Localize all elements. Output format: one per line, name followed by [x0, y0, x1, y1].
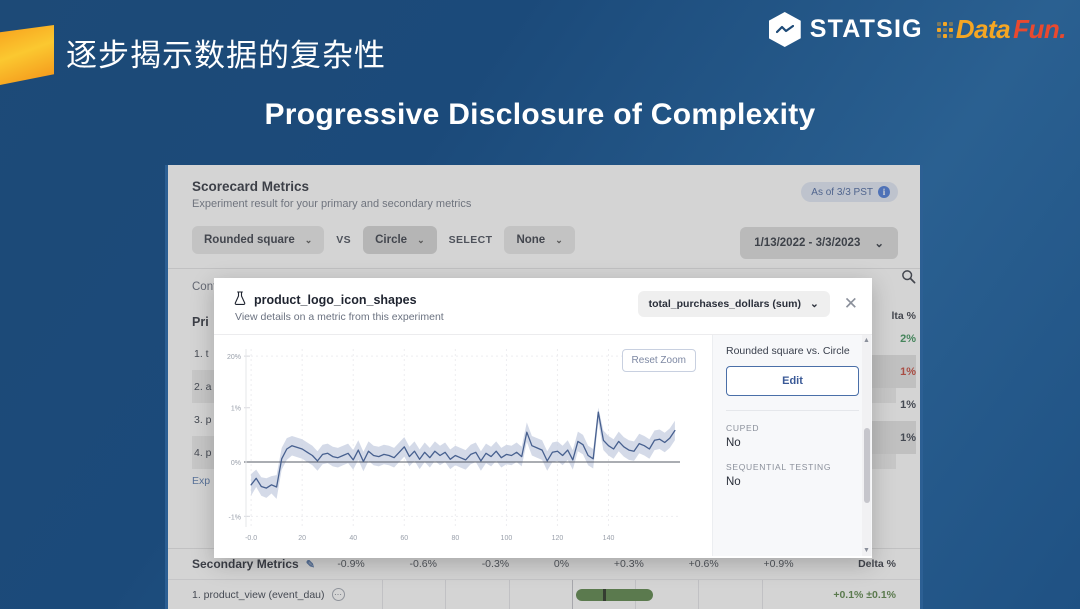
trend-line-icon — [776, 25, 794, 35]
datafun-word-a: Data — [956, 14, 1010, 45]
scorecard-title: Scorecard Metrics — [192, 179, 896, 194]
group-a-label: Rounded square — [204, 234, 295, 246]
svg-text:-0.0: -0.0 — [245, 535, 257, 542]
svg-text:100: 100 — [501, 535, 513, 542]
modal-subtitle: View details on a metric from this exper… — [235, 311, 638, 323]
metric-detail-modal: product_logo_icon_shapes View details on… — [214, 278, 872, 558]
chevron-down-icon: ⌄ — [874, 236, 884, 250]
chevron-down-icon: ⌄ — [417, 235, 425, 246]
scrollbar-thumb[interactable] — [864, 428, 870, 503]
secondary-metric-label-group: 1. product_view (event_dau) ⋯ — [192, 588, 364, 601]
as-of-badge[interactable]: As of 3/3 PST i — [801, 182, 898, 202]
scale-tick: 0% — [554, 558, 569, 570]
scroll-up-icon[interactable]: ▲ — [862, 337, 871, 344]
group-a-dropdown[interactable]: Rounded square ⌄ — [192, 226, 324, 254]
statsig-wordmark: STATSIG — [810, 15, 923, 44]
as-of-label: As of 3/3 PST — [811, 187, 873, 198]
modal-header: product_logo_icon_shapes View details on… — [214, 278, 872, 334]
scorecard-subtitle: Experiment result for your primary and s… — [192, 198, 896, 210]
chevron-down-icon: ⌄ — [555, 235, 563, 246]
secondary-delta-value: +0.1% ±0.1% — [816, 589, 896, 601]
secondary-metric-label: 1. product_view (event_dau) — [192, 589, 325, 601]
group-b-label: Circle — [375, 234, 407, 246]
metric-label: 3. p — [194, 414, 212, 426]
svg-text:60: 60 — [400, 535, 408, 542]
page-title: Progressive Disclosure of Complexity — [0, 98, 1080, 132]
svg-text:120: 120 — [552, 535, 564, 542]
scale-tick: +0.3% — [614, 558, 644, 570]
metric-time-series-chart[interactable]: Reset Zoom 20% 1% 0% -1% -0.0 20 40 60 80 100 120 1… — [214, 335, 712, 556]
none-label: None — [516, 234, 545, 246]
none-dropdown[interactable]: None ⌄ — [504, 226, 574, 254]
chevron-down-icon: ⌄ — [810, 298, 819, 310]
svg-text:1%: 1% — [231, 406, 241, 413]
slide-subtitle-chinese: 逐步揭示数据的复杂性 — [66, 30, 386, 75]
side-panel-divider — [726, 410, 859, 411]
metric-label: 4. p — [194, 447, 212, 459]
close-icon[interactable]: ✕ — [844, 294, 858, 314]
reset-zoom-button[interactable]: Reset Zoom — [622, 349, 696, 372]
secondary-metrics-title-group: Secondary Metrics ✎ — [192, 557, 315, 571]
svg-text:0%: 0% — [231, 460, 241, 467]
select-label: SELECT — [449, 234, 493, 246]
info-icon[interactable]: i — [878, 186, 890, 198]
scale-tick: +0.9% — [763, 558, 793, 570]
svg-text:140: 140 — [603, 535, 615, 542]
cuped-value: No — [726, 437, 859, 449]
metric-selector-dropdown[interactable]: total_purchases_dollars (sum) ⌄ — [638, 291, 830, 317]
svg-text:80: 80 — [451, 535, 459, 542]
svg-text:20: 20 — [298, 535, 306, 542]
date-range-dropdown[interactable]: 1/13/2022 - 3/3/2023 ⌄ — [740, 227, 898, 259]
table-row[interactable]: 1. product_view (event_dau) ⋯ +0.1% ±0.1… — [168, 579, 920, 609]
secondary-metric-track — [364, 580, 816, 609]
secondary-metrics-title: Secondary Metrics — [192, 557, 299, 571]
svg-text:-1%: -1% — [229, 514, 241, 521]
scale-tick: -0.9% — [337, 558, 364, 570]
logo-row: STATSIG DataFun. — [769, 12, 1066, 47]
scale-axis: -0.9% -0.6% -0.3% 0% +0.3% +0.6% +0.9% — [315, 558, 816, 570]
point-estimate-marker — [603, 589, 606, 601]
datafun-logo: DataFun. — [937, 14, 1066, 45]
decorative-orange-shape — [0, 25, 54, 85]
scale-tick: -0.3% — [482, 558, 509, 570]
confidence-interval-bar — [576, 589, 653, 601]
scale-tick: +0.6% — [689, 558, 719, 570]
secondary-delta-header: Delta % — [816, 558, 896, 570]
group-b-dropdown[interactable]: Circle ⌄ — [363, 226, 437, 254]
neutral-status-icon[interactable]: ⋯ — [332, 588, 345, 601]
statsig-hex-icon — [769, 12, 801, 47]
svg-text:20%: 20% — [227, 354, 241, 361]
edit-button[interactable]: Edit — [726, 366, 859, 396]
modal-metric-name: product_logo_icon_shapes — [254, 293, 417, 307]
flask-icon — [234, 291, 246, 308]
scale-tick: -0.6% — [410, 558, 437, 570]
vs-label: VS — [336, 234, 351, 246]
edit-pencil-icon[interactable]: ✎ — [306, 558, 315, 571]
date-range-label: 1/13/2022 - 3/3/2023 — [754, 237, 860, 249]
statsig-logo: STATSIG — [769, 12, 923, 47]
side-panel-scrollbar[interactable]: ▲ ▼ — [862, 335, 871, 556]
scroll-down-icon[interactable]: ▼ — [862, 547, 871, 554]
modal-body: Reset Zoom 20% 1% 0% -1% -0.0 20 40 60 80 100 120 1… — [214, 334, 872, 556]
sequential-testing-value: No — [726, 476, 859, 488]
datafun-dots-icon — [937, 22, 953, 38]
chevron-down-icon: ⌄ — [305, 235, 313, 246]
sequential-testing-label: SEQUENTIAL TESTING — [726, 462, 859, 472]
modal-side-panel: Rounded square vs. Circle Edit CUPED No … — [712, 335, 872, 556]
metric-selector-label: total_purchases_dollars (sum) — [649, 298, 801, 310]
comparison-label: Rounded square vs. Circle — [726, 345, 859, 357]
metric-label: 1. t — [194, 348, 209, 360]
modal-title-block: product_logo_icon_shapes View details on… — [234, 291, 638, 323]
metric-label: 2. a — [194, 381, 212, 393]
modal-title-row: product_logo_icon_shapes — [234, 291, 638, 308]
cuped-label: CUPED — [726, 423, 859, 433]
datafun-word-b: Fun. — [1013, 14, 1066, 45]
svg-text:40: 40 — [349, 535, 357, 542]
